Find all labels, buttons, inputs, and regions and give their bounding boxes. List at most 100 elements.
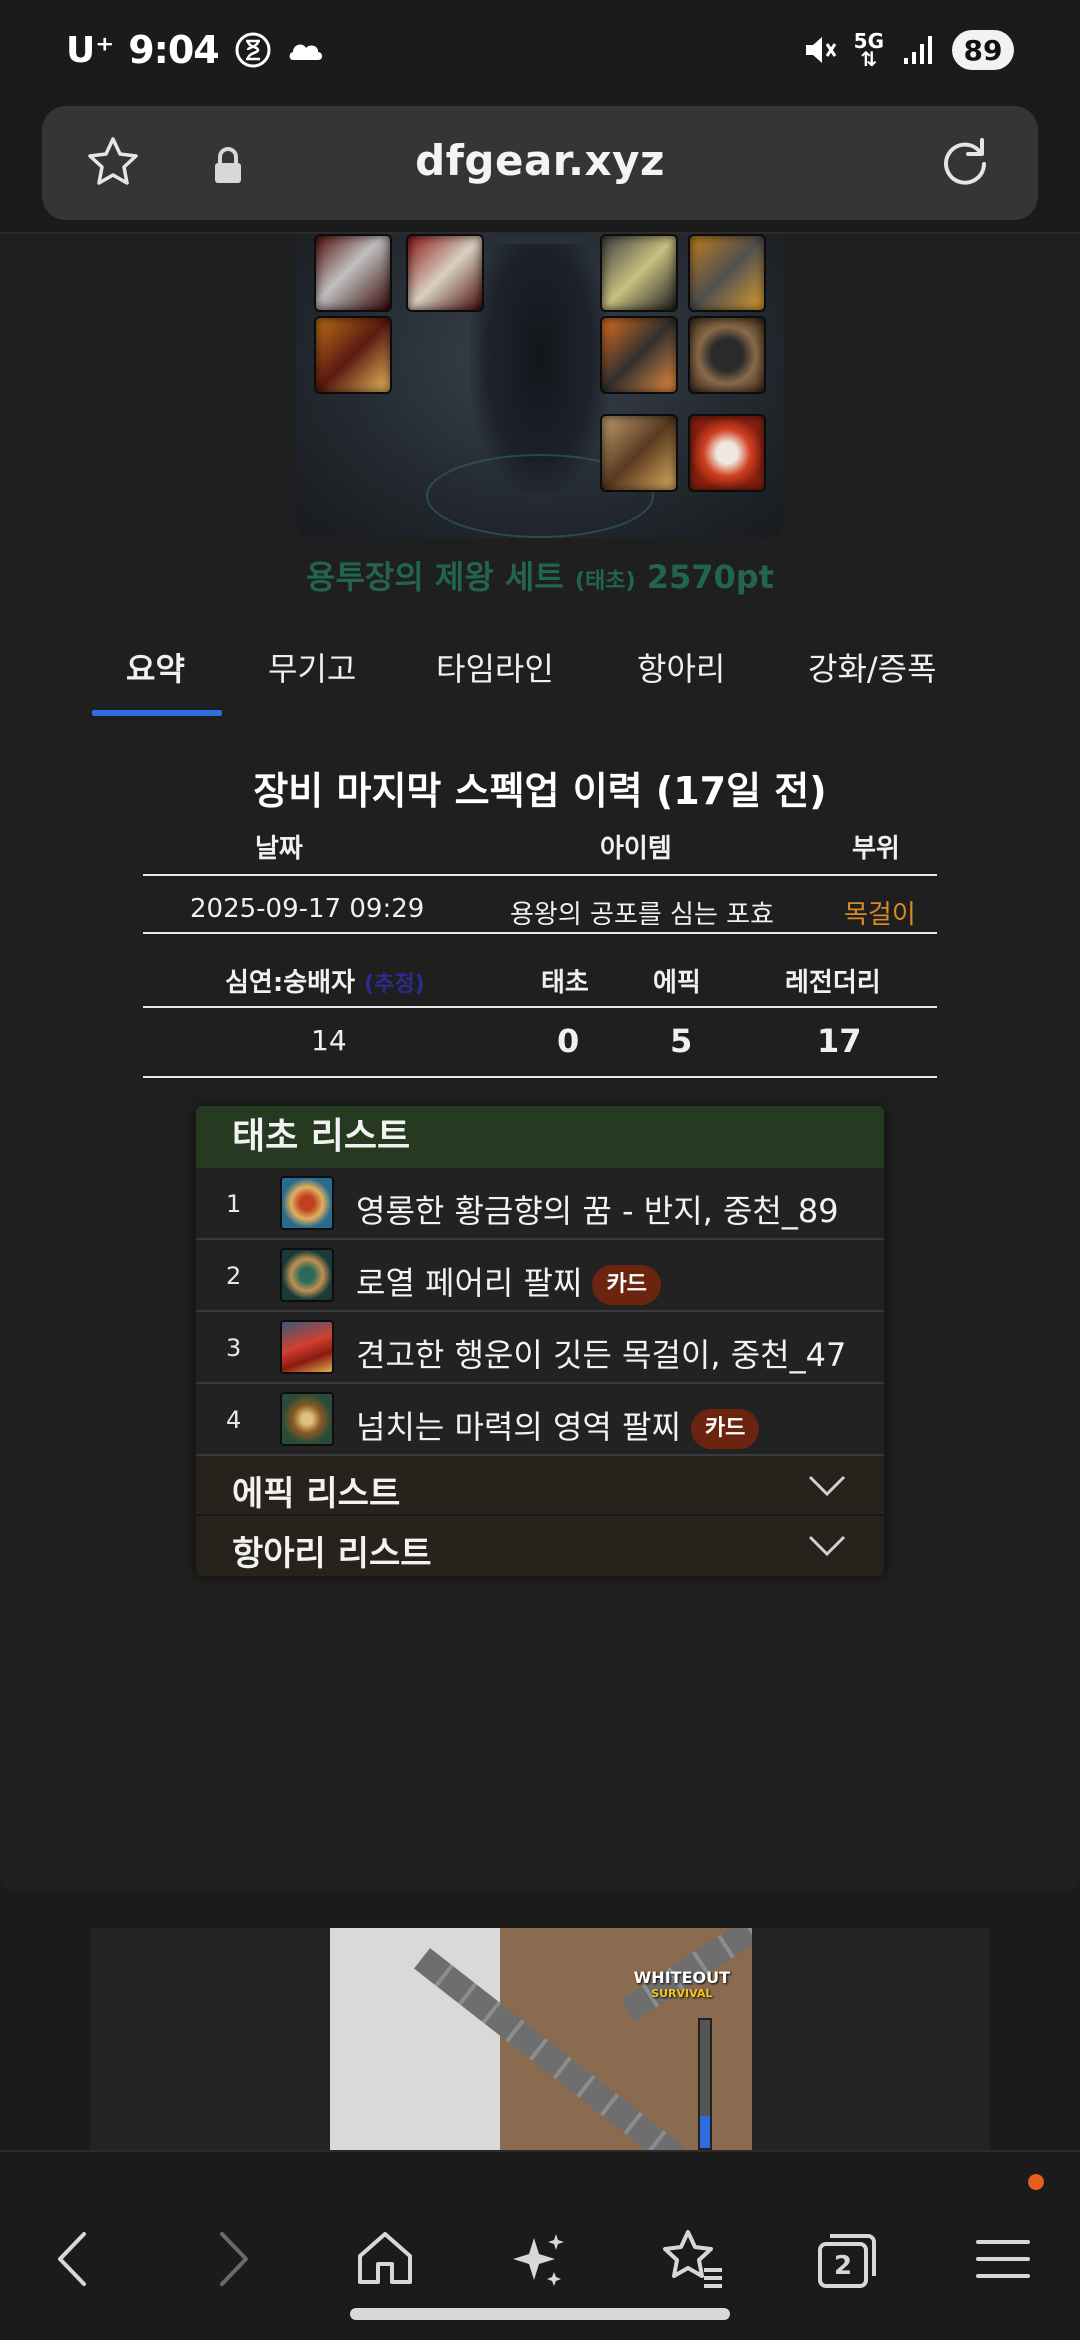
stats-legendary-value: 17 [817,1022,862,1060]
ad-logo-line2: SURVIVAL [651,1987,713,2000]
card-badge: 카드 [690,1409,760,1449]
ad-logo: WHITEOUT SURVIVAL [634,1970,730,2002]
item-number: 3 [226,1334,242,1362]
stats-header-taecho: 태초 [541,968,589,998]
estimate-note: (추정) [364,972,425,997]
active-tab-indicator [92,710,222,716]
stats-epic-value: 5 [670,1022,693,1060]
forward-icon[interactable] [196,2224,266,2294]
list-item[interactable]: 2 로열 페어리 팔찌 카드 [196,1240,884,1312]
sparkle-icon[interactable] [504,2224,574,2294]
carrier-label: U⁺ [66,29,115,71]
equipment-slot-top[interactable] [406,234,484,312]
history-slot: 목걸이 [844,900,916,930]
history-title: 장비 마지막 스펙업 이력 (17일 전) [253,769,827,813]
home-icon[interactable] [350,2224,420,2294]
ring-item-icon [280,1176,334,1230]
equipment-slot-title[interactable] [688,234,766,312]
stats-header-abyss-label: 심연:숭배자 [225,968,355,998]
bracelet-item-icon [280,1248,334,1302]
item-name-row: 넘치는 마력의 영역 팔찌 카드 [356,1402,760,1449]
item-name: 로열 페어리 팔찌 [356,1264,583,1302]
pot-list-label: 항아리 리스트 [232,1534,432,1574]
table-divider [143,874,937,876]
epic-list-label: 에픽 리스트 [232,1474,401,1514]
card-badge: 카드 [592,1265,661,1305]
ad-logo-line1: WHITEOUT [633,1968,730,1987]
equipment-slot-ring[interactable] [688,316,766,394]
table-divider [143,1076,937,1078]
network-5g-indicator: 5G ⇅ [854,31,884,69]
necklace-item-icon [280,1320,334,1374]
taecho-list: 태초 리스트 1 영롱한 황금향의 꿈 - 반지, 중천_89 2 로열 페어리… [196,1106,884,1576]
history-header-slot: 부위 [852,834,900,864]
history-header-date: 날짜 [255,834,303,864]
item-name: 넘치는 마력의 영역 팔찌 [356,1408,681,1446]
stats-header-abyss: 심연:숭배자 (추정) [225,962,425,999]
equipment-slot-stone[interactable] [688,414,766,492]
mute-icon [805,37,836,63]
bracelet-item-icon [280,1392,334,1446]
equipment-panel [296,234,784,538]
item-number: 2 [226,1262,242,1290]
tab-bar: 요약 무기고 타임라인 항아리 강화/증폭 [0,634,1080,714]
list-item[interactable]: 1 영롱한 황금향의 꿈 - 반지, 중천_89 [196,1168,884,1240]
stats-taecho-value: 0 [557,1022,580,1060]
table-divider [143,932,937,934]
notification-dot [1028,2174,1044,2190]
set-name-label: 용투장의 제왕 세트 (태초) 2570pt [0,552,1080,598]
item-number: 4 [226,1406,242,1434]
tab-timeline[interactable]: 타임라인 [436,644,554,690]
equipment-slot-shoulder[interactable] [314,234,392,312]
list-item[interactable]: 4 넘치는 마력의 영역 팔찌 카드 [196,1384,884,1456]
tab-pot[interactable]: 항아리 [637,644,725,690]
equipment-slot-belt[interactable] [314,316,392,394]
chevron-down-icon [808,1475,846,1497]
list-item[interactable]: 3 견고한 행운이 깃든 목걸이, 중천_47 [196,1312,884,1384]
menu-icon[interactable] [968,2224,1038,2294]
back-icon[interactable] [40,2224,110,2294]
bookmarks-star-icon[interactable] [658,2224,728,2294]
stats-header-legendary: 레전더리 [785,968,881,998]
taecho-list-title: 태초 리스트 [196,1106,884,1168]
hourglass-circle-icon [235,32,271,68]
battery-indicator: 89 [952,30,1014,70]
tab-summary[interactable]: 요약 [126,644,185,690]
item-name: 견고한 행운이 깃든 목걸이, 중천_47 [356,1336,847,1374]
cloud-icon [289,44,322,60]
tab-armory[interactable]: 무기고 [268,644,356,690]
signal-icon [904,36,932,64]
reload-icon[interactable] [936,134,994,192]
status-right: 5G ⇅ 89 [800,30,1014,70]
set-points: 2570pt [646,558,774,596]
equipment-slot-bracelet[interactable] [600,316,678,394]
tabs-count: 2 [833,2251,853,2281]
stats-abyss-value: 14 [311,1024,347,1057]
ad-gauge [698,2018,712,2150]
status-left: U⁺ 9:04 [66,28,327,72]
tab-enhance[interactable]: 강화/증폭 [808,644,937,690]
item-name-row: 로열 페어리 팔찌 카드 [356,1258,661,1305]
home-indicator[interactable] [350,2308,730,2320]
set-grade: (태초) [574,569,636,594]
history-date: 2025-09-17 09:29 [190,894,425,924]
set-name: 용투장의 제왕 세트 [306,558,564,596]
equipment-slot-subequip[interactable] [600,414,678,492]
tabs-button[interactable]: 2 [812,2224,882,2294]
clock: 9:04 [128,28,220,72]
ad-banner[interactable]: WHITEOUT SURVIVAL [330,1928,752,2150]
history-header-item: 아이템 [600,834,672,864]
item-number: 1 [226,1190,242,1218]
url-domain[interactable]: dfgear.xyz [42,136,1038,185]
stats-header-epic: 에픽 [653,968,701,998]
ad-gauge-fill [700,2116,710,2148]
url-bar[interactable]: dfgear.xyz [42,106,1038,220]
table-divider [143,1006,937,1008]
status-bar: U⁺ 9:04 5G ⇅ 89 [0,0,1080,100]
page-content: 용투장의 제왕 세트 (태초) 2570pt 요약 무기고 타임라인 항아리 강… [0,234,1080,1890]
pot-list-toggle[interactable]: 항아리 리스트 [196,1516,884,1576]
item-name: 영롱한 황금향의 꿈 - 반지, 중천_89 [356,1192,839,1230]
chevron-down-icon [808,1535,846,1557]
equipment-slot-weapon[interactable] [600,234,678,312]
epic-list-toggle[interactable]: 에픽 리스트 [196,1456,884,1516]
